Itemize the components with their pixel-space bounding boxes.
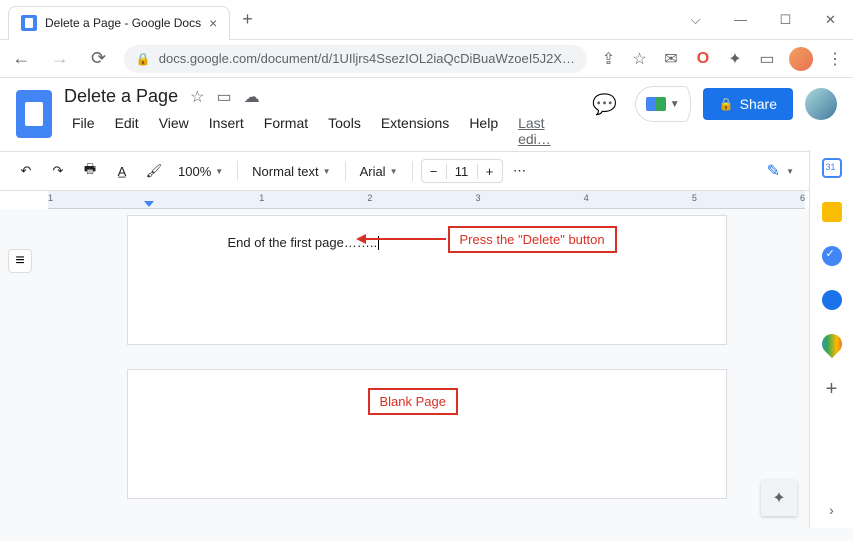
keep-app-icon[interactable] [822, 202, 842, 222]
meet-icon [646, 97, 666, 111]
browser-profile-avatar[interactable] [789, 47, 813, 71]
share-label: Share [740, 96, 777, 112]
meet-button[interactable]: ▼ [635, 86, 691, 122]
font-size-control: − 11 + [421, 159, 503, 183]
paint-format-button[interactable]: 🖌 [140, 157, 168, 185]
addons-plus-icon[interactable]: + [826, 378, 838, 401]
page-2[interactable]: Blank Page [127, 369, 727, 499]
caret-icon: ▼ [323, 167, 331, 176]
font-dropdown[interactable]: Arial ▼ [354, 157, 404, 185]
undo-button[interactable]: ↶ [12, 157, 40, 185]
editing-mode-button[interactable]: ✎ ▼ [759, 157, 802, 185]
browser-tab-strip: Delete a Page - Google Docs × + ⌵ — ☐ ✕ [0, 0, 853, 40]
redo-button[interactable]: ↷ [44, 157, 72, 185]
docs-favicon-icon [21, 15, 37, 31]
close-window-button[interactable]: ✕ [808, 0, 853, 40]
share-page-icon[interactable]: ⇪ [599, 49, 618, 69]
calendar-app-icon[interactable] [822, 158, 842, 178]
share-lock-icon: 🔒 [719, 97, 734, 111]
browser-nav-bar: ← → ⟳ 🔒 docs.google.com/document/d/1UIlj… [0, 40, 853, 78]
docs-menu-bar: File Edit View Insert Format Tools Exten… [64, 111, 575, 151]
opera-ext-icon[interactable]: O [693, 49, 713, 69]
back-button[interactable]: ← [8, 45, 35, 73]
docs-logo-icon[interactable] [16, 90, 52, 138]
caret-icon: ▼ [786, 167, 794, 176]
extensions-puzzle-icon[interactable]: ✦ [725, 49, 745, 69]
zoom-dropdown[interactable]: 100% ▼ [172, 157, 229, 185]
increase-fontsize-button[interactable]: + [478, 164, 502, 179]
minimize-button[interactable]: — [718, 0, 763, 40]
maximize-button[interactable]: ☐ [763, 0, 808, 40]
extensions: ✉ O ✦ ▭ ⋮ [661, 47, 845, 71]
arrow-head-icon [356, 234, 366, 244]
document-title[interactable]: Delete a Page [64, 86, 178, 107]
lock-icon: 🔒 [136, 52, 151, 66]
page-1[interactable]: End of the first page…….. Press the "Del… [127, 215, 727, 345]
star-document-icon[interactable]: ☆ [190, 87, 204, 107]
url-text: docs.google.com/document/d/1UIljrs4SsezI… [159, 51, 575, 66]
reload-button[interactable]: ⟳ [85, 45, 112, 73]
caret-icon: ▼ [215, 167, 223, 176]
star-bookmark-icon[interactable]: ☆ [630, 49, 649, 69]
tab-close-icon[interactable]: × [209, 15, 217, 31]
new-tab-button[interactable]: + [242, 9, 253, 30]
annotation-delete-hint: Press the "Delete" button [448, 226, 617, 253]
font-size-input[interactable]: 11 [446, 164, 478, 179]
menu-help[interactable]: Help [461, 111, 506, 151]
hide-sidepanel-icon[interactable]: › [829, 502, 834, 518]
browser-menu-icon[interactable]: ⋮ [825, 49, 845, 69]
menu-file[interactable]: File [64, 111, 103, 151]
meet-caret-icon: ▼ [670, 99, 680, 110]
side-panel: + › [809, 150, 853, 528]
menu-insert[interactable]: Insert [201, 111, 252, 151]
indent-marker-icon[interactable] [144, 201, 154, 207]
cloud-status-icon[interactable]: ☁ [244, 87, 260, 107]
account-avatar[interactable] [805, 88, 837, 120]
tab-title: Delete a Page - Google Docs [45, 16, 201, 30]
style-dropdown[interactable]: Normal text ▼ [246, 157, 336, 185]
window-caret-icon[interactable]: ⌵ [673, 0, 718, 40]
horizontal-ruler[interactable]: 1 1 2 3 4 5 6 [48, 191, 805, 209]
caret-icon: ▼ [390, 167, 398, 176]
tasks-app-icon[interactable] [822, 246, 842, 266]
annotation-blank-page: Blank Page [368, 388, 459, 415]
menu-format[interactable]: Format [256, 111, 316, 151]
menu-tools[interactable]: Tools [320, 111, 369, 151]
menu-edit[interactable]: Edit [107, 111, 147, 151]
reading-list-icon[interactable]: ▭ [757, 49, 777, 69]
forward-button[interactable]: → [47, 45, 74, 73]
more-toolbar-icon[interactable]: ⋯ [507, 157, 535, 185]
last-edit-link[interactable]: Last edi… [510, 111, 575, 151]
spellcheck-button[interactable]: A̲ [108, 157, 136, 185]
address-bar[interactable]: 🔒 docs.google.com/document/d/1UIljrs4Sse… [124, 45, 587, 73]
print-button[interactable]: 🖶 [76, 157, 104, 185]
menu-view[interactable]: View [151, 111, 197, 151]
contacts-app-icon[interactable] [822, 290, 842, 310]
docs-header: Delete a Page ☆ ▭ ☁ File Edit View Inser… [0, 78, 853, 151]
explore-button[interactable]: ✦ [761, 480, 797, 516]
decrease-fontsize-button[interactable]: − [422, 164, 446, 179]
move-document-icon[interactable]: ▭ [216, 87, 231, 107]
comment-history-icon[interactable]: 💬 [587, 86, 623, 122]
docs-toolbar: ↶ ↷ 🖶 A̲ 🖌 100% ▼ Normal text ▼ Arial ▼ … [0, 151, 853, 191]
pencil-icon: ✎ [767, 161, 780, 181]
mail-ext-icon[interactable]: ✉ [661, 49, 681, 69]
share-button[interactable]: 🔒 Share [703, 88, 793, 120]
menu-extensions[interactable]: Extensions [373, 111, 457, 151]
outline-toggle-button[interactable]: ≡ [8, 249, 32, 273]
maps-app-icon[interactable] [817, 330, 845, 358]
browser-tab[interactable]: Delete a Page - Google Docs × [8, 6, 230, 40]
window-controls: ⌵ — ☐ ✕ [673, 0, 853, 40]
annotation-arrow [366, 238, 446, 240]
document-canvas[interactable]: ≡ End of the first page…….. Press the "D… [0, 209, 853, 541]
